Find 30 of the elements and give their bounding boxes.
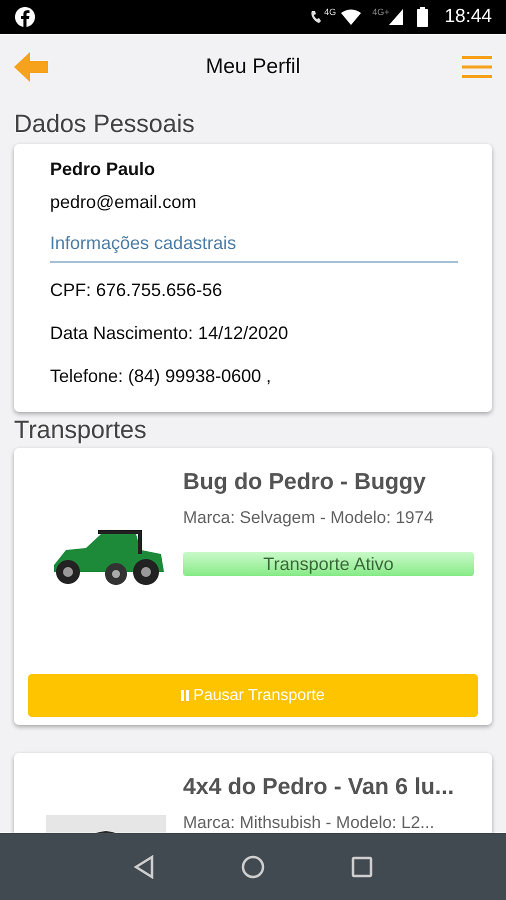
profile-field: Data Nascimento: 14/12/2020 (50, 320, 458, 347)
profile-field: Telefone: (84) 99938-0600 , (50, 363, 458, 390)
clock: 18:44 (444, 4, 492, 29)
home-nav-icon (241, 854, 265, 878)
home-nav-button[interactable] (241, 854, 265, 878)
battery-icon (417, 7, 428, 27)
section-link[interactable]: Informações cadastrais (50, 230, 458, 263)
transport-title: Bug do Pedro - Buggy (183, 467, 427, 496)
section-heading: Transportes (14, 415, 148, 446)
user-name: Pedro Paulo (50, 158, 156, 181)
transport-details: Marca: Selvagem - Modelo: 1974 (183, 506, 434, 528)
page-title: Meu Perfil (204, 54, 302, 80)
profile-field: CPF: 676.755.656-56 (50, 277, 458, 304)
status-badge: Transporte Ativo (183, 552, 474, 576)
recents-nav-button[interactable] (351, 856, 373, 878)
back-nav-button[interactable] (133, 854, 155, 878)
transport-title: 4x4 do Pedro - Van 6 lu... (183, 772, 455, 801)
pause-icon (181, 690, 190, 701)
network-label: 4G (324, 6, 336, 20)
recents-nav-icon (351, 856, 373, 878)
facebook-icon (14, 6, 36, 28)
menu-icon (462, 55, 492, 79)
transport-details: Marca: Mithsubish - Modelo: L2... (183, 812, 436, 834)
section-heading: Dados Pessoais (14, 109, 196, 140)
signal-icon (389, 9, 404, 25)
wifi-icon (340, 9, 362, 25)
back-nav-icon (133, 854, 155, 878)
network-label: 4G+ (372, 6, 390, 20)
back-arrow-icon (14, 52, 48, 82)
user-email: pedro@email.com (50, 191, 198, 214)
